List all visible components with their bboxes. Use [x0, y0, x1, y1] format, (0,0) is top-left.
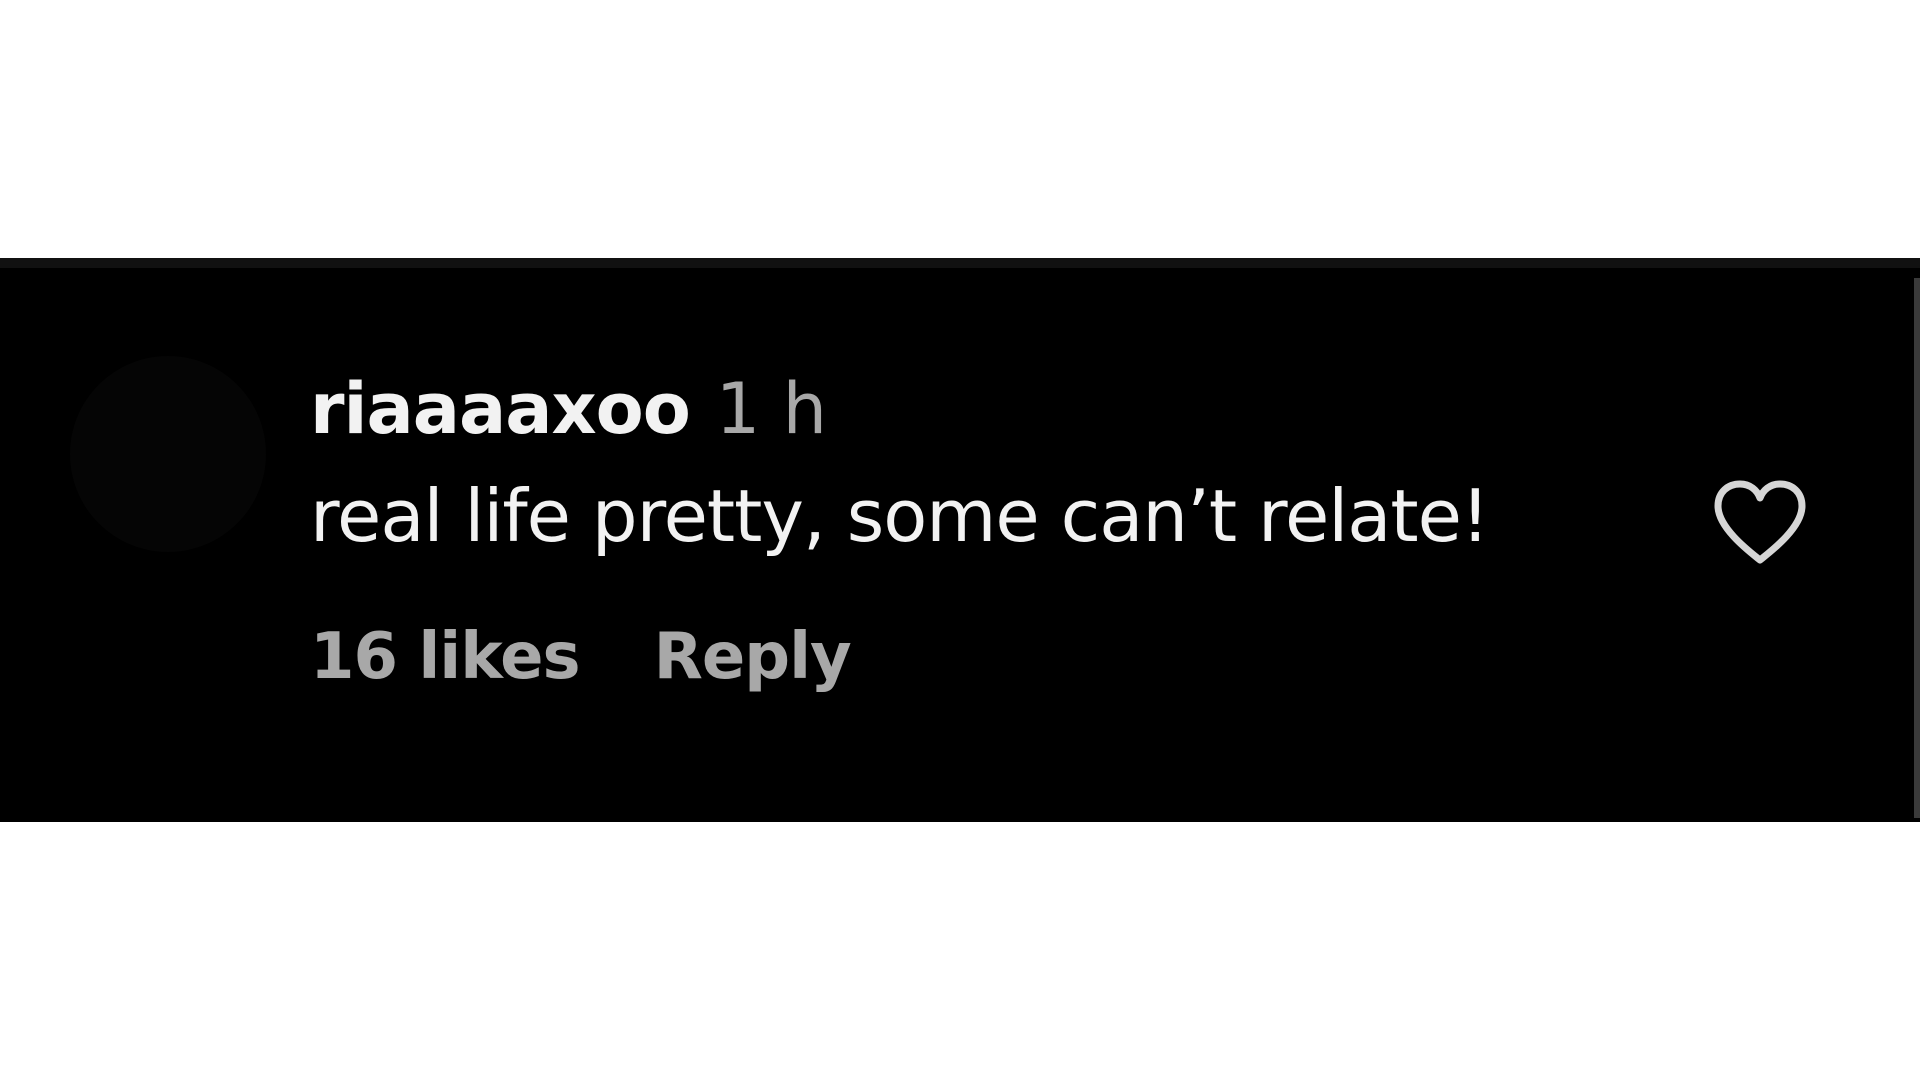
page: riaaaaxoo 1 h real life pretty, some can…	[0, 0, 1920, 1080]
heart-outline-icon	[1714, 480, 1806, 564]
comment-text: real life pretty, some can’t relate!	[310, 474, 1490, 558]
avatar[interactable]	[70, 356, 266, 552]
comment-timestamp: 1 h	[715, 368, 827, 450]
scrollbar[interactable]	[1914, 278, 1920, 818]
comment-panel: riaaaaxoo 1 h real life pretty, some can…	[0, 258, 1920, 822]
reply-button[interactable]: Reply	[654, 620, 852, 694]
comment-actions: 16 likes Reply	[310, 620, 1489, 694]
likes-count[interactable]: 16 likes	[310, 620, 581, 694]
comment-username[interactable]: riaaaaxoo	[310, 368, 691, 450]
like-button[interactable]	[1710, 476, 1810, 568]
comment-body: riaaaaxoo 1 h real life pretty, some can…	[310, 368, 1490, 694]
comment-header: riaaaaxoo 1 h	[310, 368, 1489, 460]
